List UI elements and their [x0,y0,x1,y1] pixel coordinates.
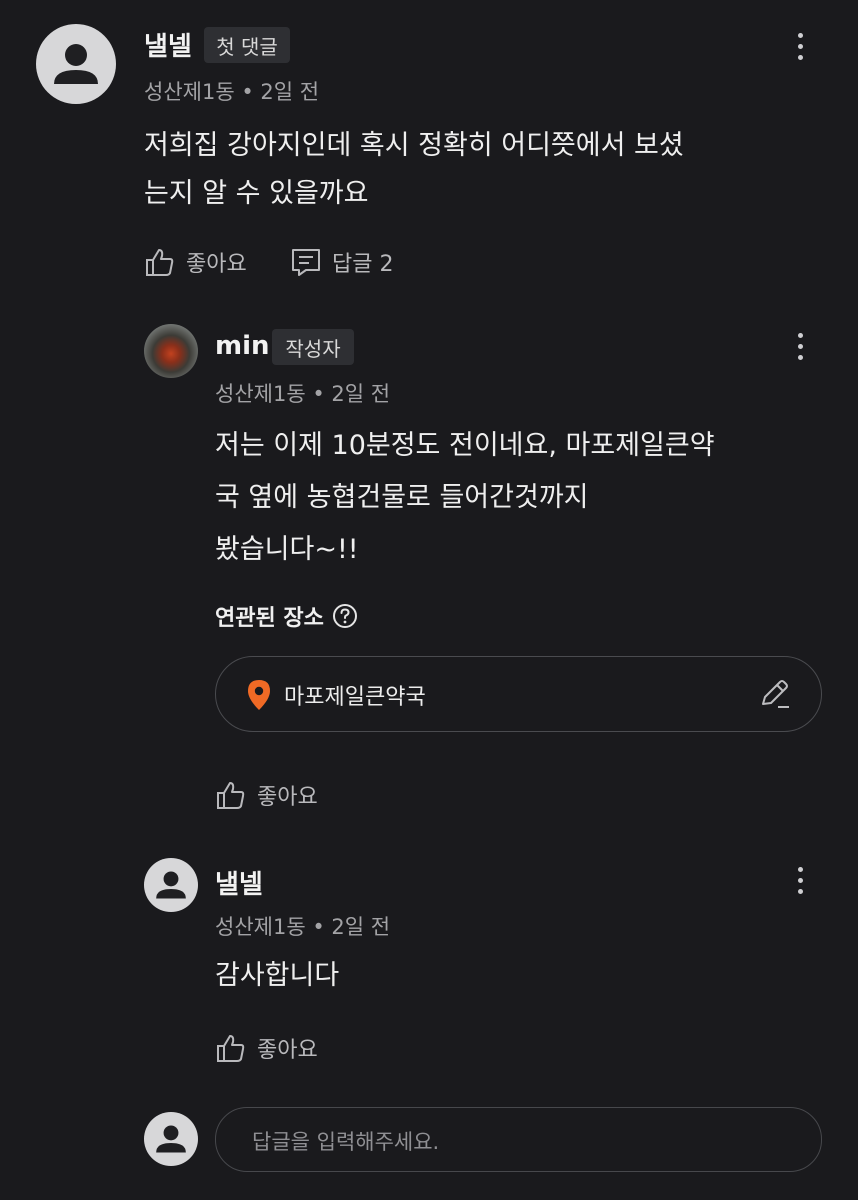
related-place-card[interactable]: 마포제일큰약국 [215,656,822,732]
thumbs-up-icon [217,1035,245,1062]
reply-input[interactable]: 답글을 입력해주세요. [215,1107,822,1172]
reply2-like-button[interactable]: 좋아요 [215,1030,318,1066]
reply-author-name[interactable]: min [215,331,270,361]
edit-pencil-icon[interactable] [758,677,792,711]
thumbs-up-icon [146,249,174,276]
comment-text: 저희집 강아지인데 혹시 정확히 어디쯧에서 보셨 는지 알 수 있을까요 [144,130,684,209]
speech-bubble-icon [292,249,320,276]
location-pin-icon [248,680,270,710]
reply-input-placeholder: 답글을 입력해주세요. [252,1130,440,1154]
reply2-meta: 성산제1동 • 2일 전 [215,915,391,939]
my-avatar [144,1112,198,1166]
reply-more-options-icon[interactable] [785,326,815,366]
reply2-author-name[interactable]: 낼넬 [215,864,263,901]
comment-more-options-icon[interactable] [785,26,815,66]
first-comment-badge: 첫 댓글 [204,27,290,63]
reply-author-avatar[interactable] [144,324,198,378]
reply-like-button[interactable]: 좋아요 [215,777,318,813]
reply2-more-options-icon[interactable] [785,860,815,900]
help-icon[interactable] [332,603,358,629]
comment-reply-button[interactable]: 답글 2 [290,244,393,280]
comment-meta: 성산제1동 • 2일 전 [144,80,320,104]
comment-author-name[interactable]: 낼넬 [144,26,192,63]
reply2-text: 감사합니다 [215,960,340,991]
person-icon [54,44,98,84]
reply-like-label: 좋아요 [257,785,318,810]
related-place-label: 연관된 장소 [215,606,324,631]
reply2-author-avatar[interactable] [144,858,198,912]
comment-like-label: 좋아요 [186,252,247,277]
reply-meta: 성산제1동 • 2일 전 [215,382,391,406]
person-icon [156,1125,186,1153]
place-name: 마포제일큰약국 [284,685,426,710]
comment-reply-label: 답글 2 [332,252,394,277]
thumbs-up-icon [217,782,245,809]
comment-author-avatar[interactable] [36,24,116,104]
author-badge: 작성자 [272,329,354,365]
related-place-title: 연관된 장소 [215,600,358,632]
comment-like-button[interactable]: 좋아요 [144,244,247,280]
person-icon [156,871,186,899]
reply2-like-label: 좋아요 [257,1038,318,1063]
reply-text: 저는 이제 10분정도 전이네요, 마포제일큰약 국 옆에 농협건물로 들어간것… [215,430,715,565]
